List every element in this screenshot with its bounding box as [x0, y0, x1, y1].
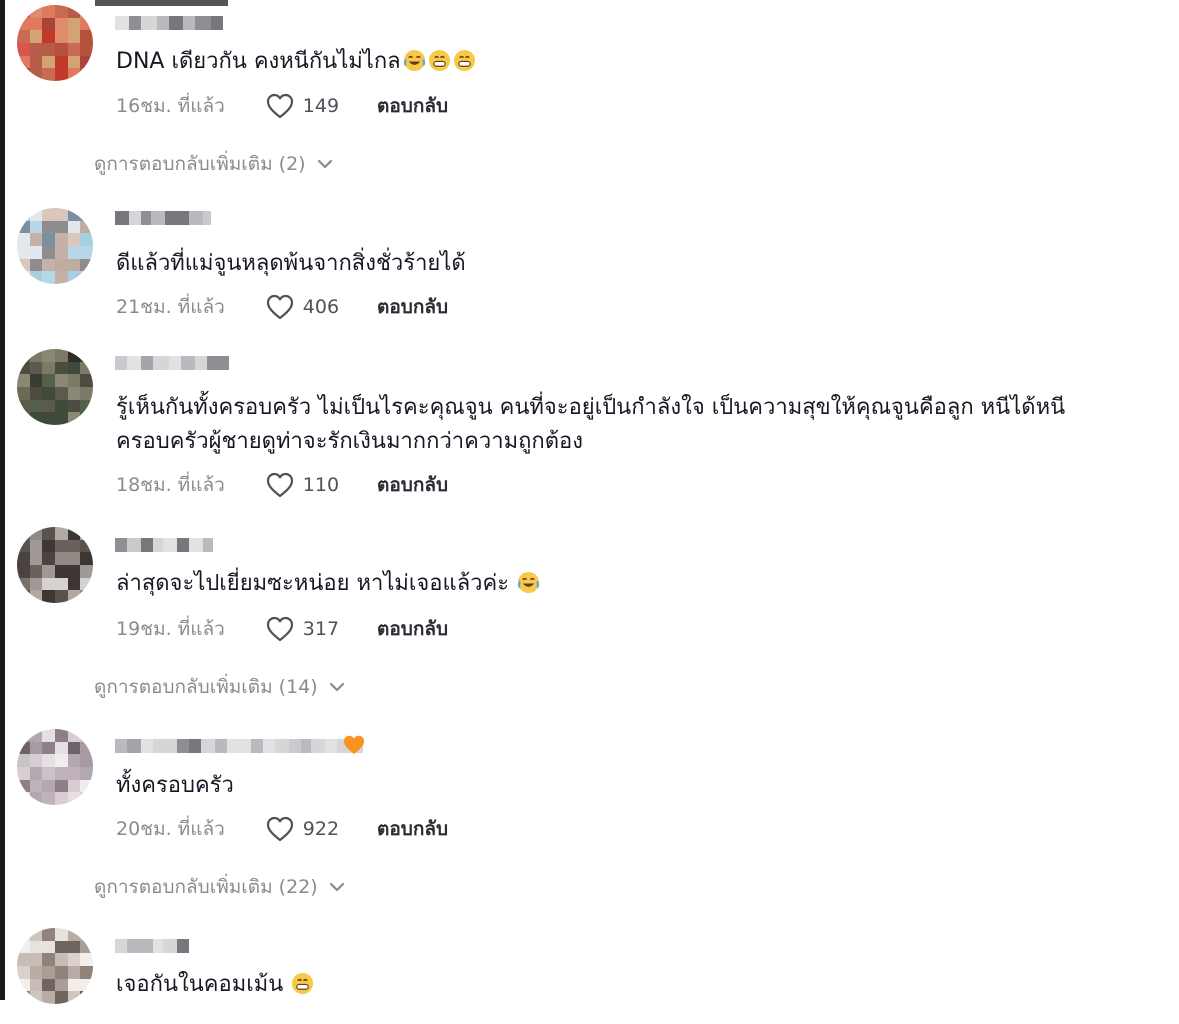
comment-time: 16ชม. ที่แล้ว — [116, 95, 225, 117]
heart-icon — [266, 472, 293, 498]
comment-text-body: DNA เดียวกัน คงหนีกันไม่ไกล — [116, 49, 401, 74]
comment-meta: 16ชม. ที่แล้ว 149 ตอบกลับ — [116, 91, 448, 121]
avatar[interactable] — [17, 527, 93, 603]
heart-icon — [266, 93, 293, 119]
comment-meta: 18ชม. ที่แล้ว 110 ตอบกลับ — [116, 470, 448, 500]
view-more-replies-label: ดูการตอบกลับเพิ่มเติม (14) — [94, 676, 318, 698]
comment-text: รู้เห็นกันทั้งครอบครัว ไม่เป็นไรคะคุณจูน… — [116, 390, 1065, 425]
orange-heart-emoji — [344, 735, 364, 754]
username-blurred[interactable] — [115, 735, 363, 757]
comment-time: 21ชม. ที่แล้ว — [116, 296, 225, 318]
top-divider — [95, 0, 228, 6]
heart-icon — [266, 816, 293, 842]
like-button[interactable]: 406 — [265, 293, 339, 321]
comment-text: เจอกันในคอมเม้น — [116, 967, 314, 1002]
reply-button[interactable]: ตอบกลับ — [377, 91, 448, 121]
view-more-replies-button[interactable]: ดูการตอบกลับเพิ่มเติม (22) — [94, 873, 346, 901]
grinning-emoji — [453, 49, 475, 72]
username-blurred[interactable] — [115, 352, 229, 374]
comment-time: 20ชม. ที่แล้ว — [116, 818, 225, 840]
comment-text: ครอบครัวผู้ชายดูท่าจะรักเงินมากกว่าความถ… — [116, 424, 583, 459]
comment-meta: 20ชม. ที่แล้ว 922 ตอบกลับ — [116, 814, 448, 844]
chevron-down-icon — [329, 682, 344, 692]
username-blurred[interactable] — [115, 207, 211, 229]
like-button[interactable]: 149 — [265, 92, 339, 120]
username-blurred[interactable] — [115, 935, 189, 957]
comment-text: ดีแล้วที่แม่จูนหลุดพ้นจากสิ่งชั่วร้ายได้ — [116, 246, 466, 281]
reply-button[interactable]: ตอบกลับ — [377, 292, 448, 322]
comment-time: 19ชม. ที่แล้ว — [116, 618, 225, 640]
like-count: 317 — [302, 618, 340, 640]
like-button[interactable]: 110 — [265, 471, 339, 499]
tears-of-joy-emoji — [403, 49, 425, 72]
avatar[interactable] — [17, 729, 93, 805]
comment-text-body: ดีแล้วที่แม่จูนหลุดพ้นจากสิ่งชั่วร้ายได้ — [116, 251, 466, 276]
comment-text-body: ทั้งครอบครัว — [116, 773, 234, 798]
avatar[interactable] — [17, 5, 93, 81]
comment-meta: 19ชม. ที่แล้ว 317 ตอบกลับ — [116, 614, 448, 644]
grinning-emoji — [428, 49, 450, 72]
like-count: 149 — [302, 95, 340, 117]
comment-text-line: ครอบครัวผู้ชายดูท่าจะรักเงินมากกว่าความถ… — [116, 429, 583, 454]
view-more-replies-label: ดูการตอบกลับเพิ่มเติม (22) — [94, 876, 318, 898]
like-count: 922 — [302, 818, 340, 840]
comment-text: ทั้งครอบครัว — [116, 768, 234, 803]
avatar[interactable] — [17, 928, 93, 1004]
reply-button[interactable]: ตอบกลับ — [377, 470, 448, 500]
heart-icon — [266, 616, 293, 642]
comment-meta: 21ชม. ที่แล้ว 406 ตอบกลับ — [116, 292, 448, 322]
like-button[interactable]: 317 — [265, 615, 339, 643]
like-count: 110 — [302, 474, 340, 496]
comment-time: 18ชม. ที่แล้ว — [116, 474, 225, 496]
username-blurred[interactable] — [115, 534, 213, 556]
comment-text: ล่าสุดจะไปเยี่ยมซะหน่อย หาไม่เจอแล้วค่ะ — [116, 566, 540, 601]
like-count: 406 — [302, 296, 340, 318]
view-more-replies-button[interactable]: ดูการตอบกลับเพิ่มเติม (2) — [94, 150, 334, 178]
left-divider — [0, 0, 5, 1000]
chevron-down-icon — [317, 159, 332, 169]
comment-text: DNA เดียวกัน คงหนีกันไม่ไกล — [116, 44, 476, 79]
view-more-replies-label: ดูการตอบกลับเพิ่มเติม (2) — [94, 153, 306, 175]
heart-icon — [266, 294, 293, 320]
reply-button[interactable]: ตอบกลับ — [377, 814, 448, 844]
grinning-emoji — [292, 972, 314, 995]
view-more-replies-button[interactable]: ดูการตอบกลับเพิ่มเติม (14) — [94, 673, 346, 701]
chevron-down-icon — [329, 882, 344, 892]
comment-list: DNA เดียวกัน คงหนีกันไม่ไกล 16ชม. ที่แล้… — [0, 0, 1179, 1024]
comment-text-body: เจอกันในคอมเม้น — [116, 972, 284, 997]
avatar[interactable] — [17, 349, 93, 425]
comment-text-body: ล่าสุดจะไปเยี่ยมซะหน่อย หาไม่เจอแล้วค่ะ — [116, 571, 510, 596]
username-blurred[interactable] — [115, 12, 223, 34]
tears-of-joy-emoji — [517, 571, 540, 594]
like-button[interactable]: 922 — [265, 815, 339, 843]
reply-button[interactable]: ตอบกลับ — [377, 614, 448, 644]
avatar[interactable] — [17, 208, 93, 284]
comment-text-line: รู้เห็นกันทั้งครอบครัว ไม่เป็นไรคะคุณจูน… — [116, 395, 1066, 420]
